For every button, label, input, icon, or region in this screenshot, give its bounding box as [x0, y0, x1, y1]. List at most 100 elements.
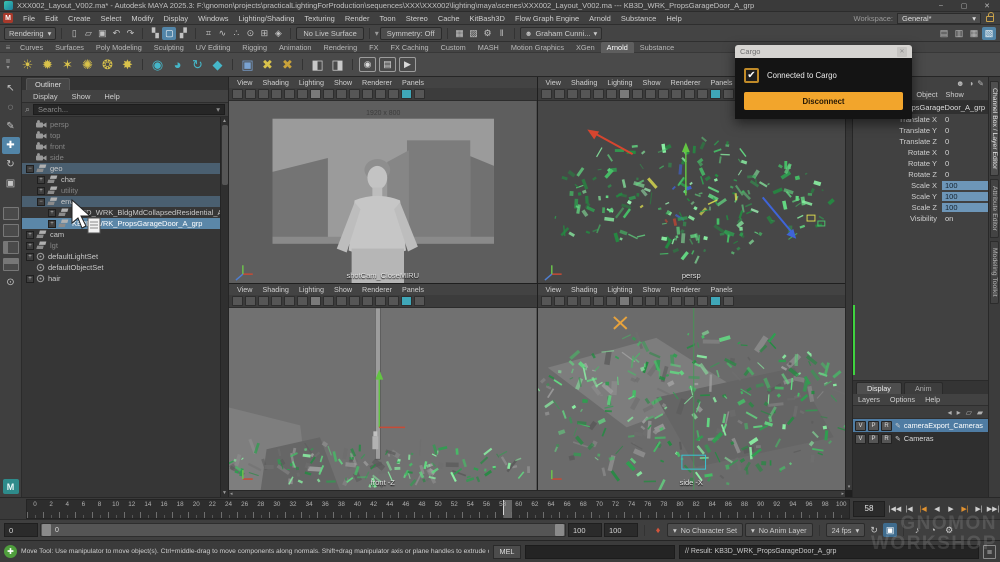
snap-projected-center-icon[interactable]: ⊙	[243, 27, 257, 40]
viewport-toolbar-icon[interactable]	[375, 296, 386, 306]
time-tick[interactable]: 84	[704, 500, 720, 518]
arnold-update-icon[interactable]: ↻	[188, 55, 207, 74]
menu-texturing[interactable]: Texturing	[299, 14, 339, 23]
lasso-tool-icon[interactable]: ◌	[2, 99, 20, 116]
sidebar-tab-modeling-toolkit[interactable]: Modeling Toolkit	[990, 241, 999, 304]
viewport-toolbar-icon[interactable]	[697, 296, 708, 306]
viewport-toolbar-icon[interactable]	[619, 296, 630, 306]
viewport-toolbar-icon[interactable]	[271, 89, 282, 99]
shelf-tab-animation[interactable]: Animation	[273, 42, 317, 53]
new-scene-icon[interactable]: ▯	[67, 27, 81, 40]
shelf-tab-surfaces[interactable]: Surfaces	[49, 42, 90, 53]
outliner-item-front[interactable]: front	[22, 141, 228, 152]
shelf-menu-icon[interactable]: ≡	[2, 43, 14, 52]
mel-label[interactable]: MEL	[493, 545, 521, 559]
time-tick[interactable]: 44	[382, 500, 398, 518]
disconnect-button[interactable]: Disconnect	[744, 92, 903, 110]
snap-view-plane-icon[interactable]: ⊞	[257, 27, 271, 40]
viewport-toolbar-icon[interactable]	[541, 89, 552, 99]
time-tick[interactable]: 12	[124, 500, 140, 518]
menu-create[interactable]: Create	[63, 14, 96, 23]
viewport-toolbar-icon[interactable]	[567, 296, 578, 306]
time-tick[interactable]: 96	[801, 500, 817, 518]
channel-value[interactable]: 0	[942, 159, 988, 168]
snap-curve-icon[interactable]: ∿	[215, 27, 229, 40]
layers-menu-layers[interactable]: Layers	[853, 395, 885, 404]
step-back-frame-button[interactable]: |◀	[902, 501, 916, 517]
viewport-toolbar-icon[interactable]	[310, 296, 321, 306]
panel-menu-panels[interactable]: Panels	[397, 78, 429, 87]
layer-from-selected-icon[interactable]: ▰	[977, 408, 983, 417]
time-tick[interactable]: 76	[640, 500, 656, 518]
menu-set-dropdown[interactable]: Rendering▾	[4, 27, 56, 40]
character-set-dropdown[interactable]: ▾No Character Set	[667, 523, 743, 537]
outliner-scrollbar[interactable]: ▲ ▼	[220, 117, 228, 497]
expand-toggle-icon[interactable]: +	[26, 242, 34, 250]
viewport-toolbar-icon[interactable]	[362, 89, 373, 99]
visibility-toggle[interactable]: V	[855, 421, 866, 431]
expand-toggle-icon[interactable]: −	[37, 198, 45, 206]
viewport-toolbar-icon[interactable]	[245, 296, 256, 306]
outliner-item-defaultobjectset[interactable]: defaultObjectSet	[22, 262, 228, 273]
snap-grid-icon[interactable]: ⌗	[201, 27, 215, 40]
time-tick[interactable]: 34	[301, 500, 317, 518]
layer-row-cameraexport-cameras[interactable]: VPR✎cameraExport_Cameras	[853, 419, 988, 432]
viewport-vscrollbar[interactable]: ▴▾	[845, 77, 852, 490]
scale-tool-icon[interactable]: ▣	[2, 175, 20, 192]
viewport-toolbar-icon[interactable]	[671, 296, 682, 306]
time-tick[interactable]: 74	[624, 500, 640, 518]
time-tick[interactable]: 94	[785, 500, 801, 518]
fps-dropdown[interactable]: 24 fps▾	[826, 523, 866, 537]
channel-edit-icon[interactable]: ✎	[977, 79, 984, 88]
outliner-item-env[interactable]: −env	[22, 196, 228, 207]
expand-toggle-icon[interactable]: +	[48, 209, 56, 217]
channel-value[interactable]: 100	[942, 203, 988, 212]
area-light-icon[interactable]: ✹	[38, 55, 57, 74]
viewport-toolbar-icon[interactable]	[414, 89, 425, 99]
shelf-tab-sculpting[interactable]: Sculpting	[148, 42, 190, 53]
outliner-item-kb3d-wrk-propsgaragedoor-a-grp[interactable]: +KB3D_WRK_PropsGarageDoor_A_grp	[22, 218, 228, 229]
panel-menu-panels[interactable]: Panels	[705, 285, 737, 294]
range-end-handle[interactable]	[555, 524, 564, 536]
snap-point-icon[interactable]: ∴	[229, 27, 243, 40]
physical-sky-icon[interactable]: ✸	[118, 55, 137, 74]
viewport-toolbar-icon[interactable]	[245, 89, 256, 99]
panel-menu-show[interactable]: Show	[638, 285, 666, 294]
layer-tab-display[interactable]: Display	[856, 382, 902, 394]
pause-viewport-icon[interactable]: ‖	[495, 27, 509, 40]
empty-layer-icon[interactable]: ▱	[966, 408, 972, 417]
time-slider[interactable]: 0246810121416182022242628303234363840424…	[26, 499, 850, 519]
select-component-icon[interactable]: ▞	[176, 27, 190, 40]
time-tick[interactable]: 20	[188, 500, 204, 518]
panel-menu-renderer[interactable]: Renderer	[666, 285, 706, 294]
viewport-toolbar-icon[interactable]	[258, 89, 269, 99]
go-to-end-button[interactable]: ▶▶|	[986, 501, 1000, 517]
time-tick[interactable]: 52	[446, 500, 462, 518]
edit-layer-icon[interactable]: ✎	[895, 422, 901, 430]
select-hierarchy-icon[interactable]: ▚	[148, 27, 162, 40]
time-tick[interactable]: 50	[430, 500, 446, 518]
time-tick[interactable]: 32	[285, 500, 301, 518]
menu-flow-graph-engine[interactable]: Flow Graph Engine	[510, 14, 584, 23]
time-tick[interactable]: 38	[333, 500, 349, 518]
channel-box-toggle-icon[interactable]: ▦	[967, 27, 981, 40]
step-forward-frame-button[interactable]: ▶|	[972, 501, 986, 517]
layers-menu-options[interactable]: Options	[885, 395, 920, 404]
save-scene-icon[interactable]: ▣	[95, 27, 109, 40]
panel-menu-renderer[interactable]: Renderer	[666, 78, 706, 87]
time-tick[interactable]: 46	[398, 500, 414, 518]
panel-menu-show[interactable]: Show	[638, 78, 666, 87]
command-line-input[interactable]	[525, 545, 675, 559]
time-tick[interactable]: 30	[269, 500, 285, 518]
modeling-toolkit-toggle-icon[interactable]: ▧	[982, 27, 996, 40]
channel-value[interactable]: 0	[942, 126, 988, 135]
outliner-menu-display[interactable]: Display	[26, 92, 65, 101]
animation-end-field[interactable]: 100	[604, 523, 638, 537]
shelf-tab-xgen[interactable]: XGen	[570, 42, 601, 53]
play-forwards-button[interactable]: ▶	[944, 501, 958, 517]
playback-toggle[interactable]: P	[868, 434, 879, 444]
channel-row-scale-z[interactable]: Scale Z100	[853, 202, 988, 213]
undo-icon[interactable]: ↶	[109, 27, 123, 40]
shelf-tab-rigging[interactable]: Rigging	[236, 42, 273, 53]
playback-end-field[interactable]: 100	[568, 523, 602, 537]
